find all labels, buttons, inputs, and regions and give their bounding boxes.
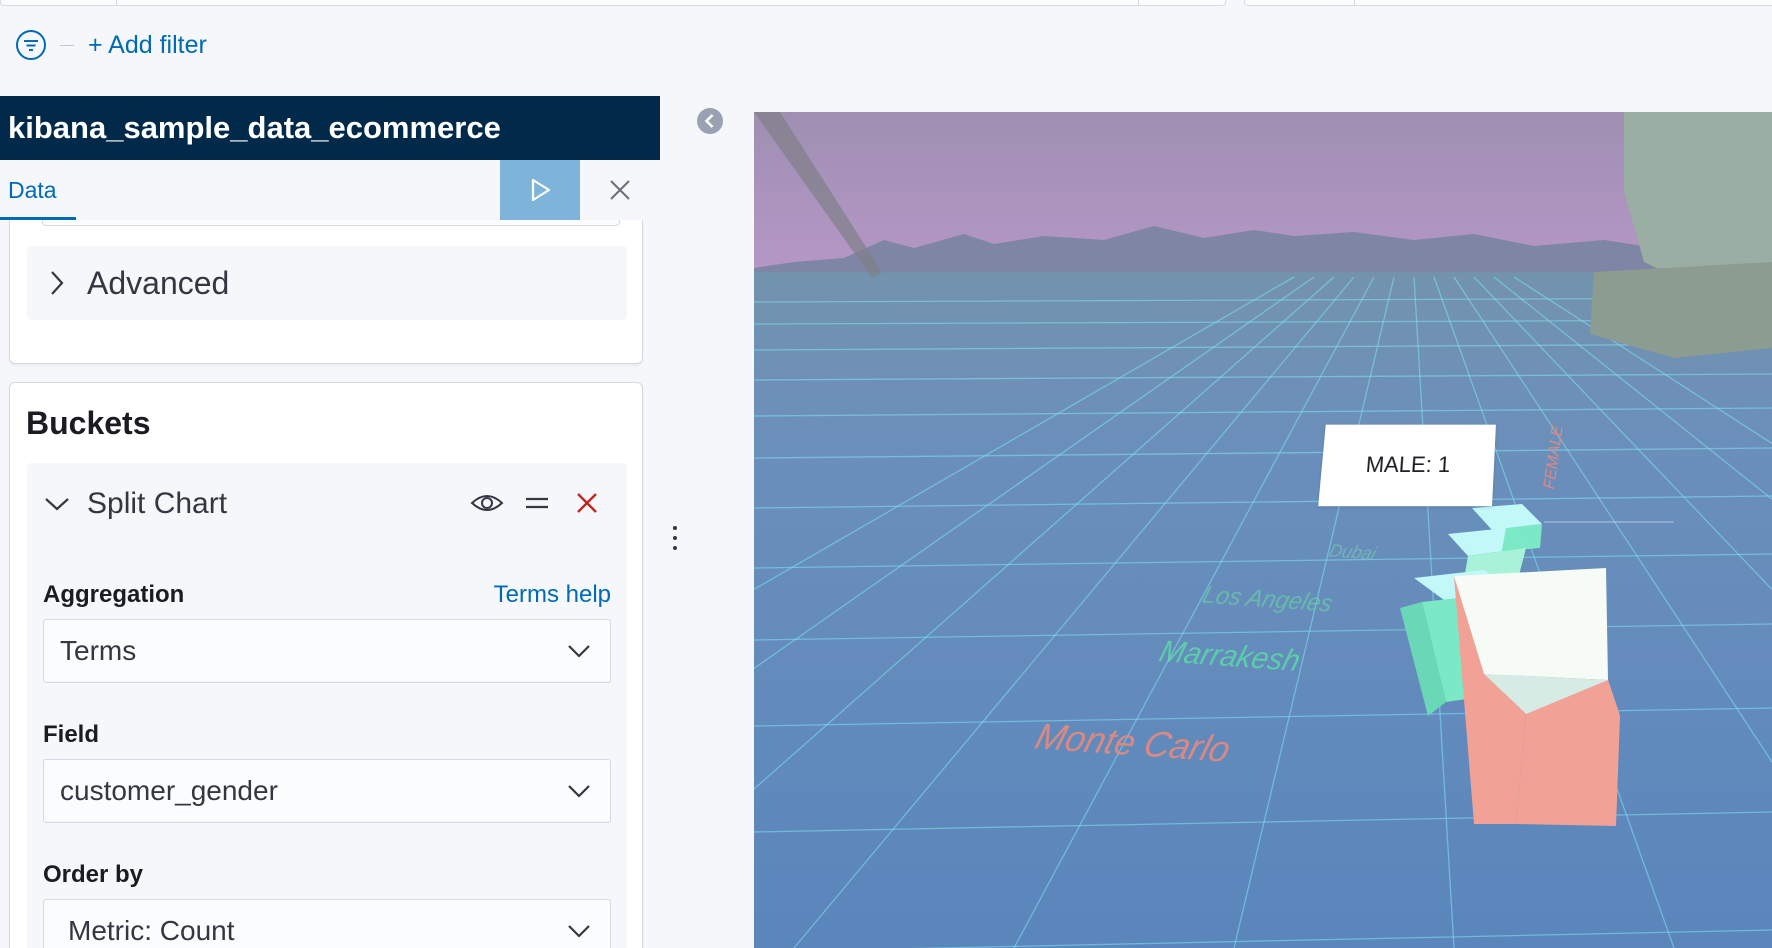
- index-pattern-title: kibana_sample_data_ecommerce: [0, 96, 660, 160]
- vr-scene[interactable]: MALE: 1 Monte Carlo Marrakesh Los Angele…: [754, 112, 1772, 948]
- play-icon: [531, 178, 551, 202]
- metrics-panel: Advanced: [9, 220, 643, 364]
- order-by-select[interactable]: Metric: Count: [43, 899, 611, 948]
- previous-field-input[interactable]: [42, 220, 620, 226]
- advanced-label: Advanced: [87, 264, 230, 301]
- order-by-value: Metric: Count: [68, 915, 235, 946]
- chevron-down-icon: [568, 925, 590, 938]
- query-bar-divider: [1138, 0, 1139, 5]
- add-filter-button[interactable]: + Add filter: [88, 31, 207, 60]
- field-value: customer_gender: [60, 775, 278, 806]
- bar-monte-carlo: [1454, 568, 1620, 826]
- sidebar-tabs: Data: [0, 160, 660, 220]
- advanced-toggle[interactable]: Advanced: [27, 246, 627, 320]
- cross-icon: [577, 493, 597, 513]
- field-select[interactable]: customer_gender: [43, 759, 611, 823]
- split-chart-bucket: Split Chart Aggregation Terms help Terms…: [27, 463, 627, 948]
- filter-divider: [60, 44, 74, 46]
- collapse-sidebar-button[interactable]: [696, 107, 724, 135]
- buckets-title: Buckets: [26, 405, 151, 441]
- split-chart-title: Split Chart: [87, 487, 228, 520]
- remove-bucket-button[interactable]: [569, 485, 605, 521]
- bar-tooltip: MALE: 1: [1318, 424, 1496, 507]
- controller-model: [1624, 112, 1772, 286]
- label-dubai: Dubai: [1326, 540, 1379, 564]
- grab-icon: [526, 497, 548, 509]
- chevron-down-icon: [568, 785, 590, 798]
- collapse-bucket-button[interactable]: [27, 494, 87, 514]
- discard-changes-button[interactable]: [596, 160, 644, 220]
- chevron-down-icon: [45, 498, 69, 511]
- close-icon: [610, 180, 630, 200]
- toggle-visibility-button[interactable]: [469, 485, 505, 521]
- query-input[interactable]: [0, 0, 1226, 6]
- tab-data[interactable]: Data: [0, 160, 76, 220]
- scene-canvas: [754, 112, 1772, 948]
- panel-resize-handle[interactable]: [670, 524, 680, 554]
- date-picker[interactable]: [1244, 0, 1772, 6]
- terms-help-link[interactable]: Terms help: [494, 581, 611, 609]
- aggregation-select[interactable]: Terms: [43, 619, 611, 683]
- aggregation-value: Terms: [60, 635, 137, 666]
- arrow-left-icon: [697, 108, 723, 134]
- apply-changes-button[interactable]: [500, 160, 580, 220]
- order-by-label: Order by: [43, 861, 144, 888]
- aggregation-label: Aggregation: [43, 581, 185, 608]
- drag-bucket-handle[interactable]: [519, 485, 555, 521]
- split-chart-header: Split Chart: [27, 463, 627, 545]
- vertical-dots-icon: [673, 526, 677, 550]
- eye-icon: [470, 495, 504, 511]
- filter-bar: + Add filter: [14, 28, 207, 62]
- date-picker-divider: [1354, 0, 1355, 5]
- query-bar-divider: [116, 0, 117, 5]
- chevron-down-icon: [568, 645, 590, 658]
- chevron-right-icon: [51, 271, 64, 295]
- buckets-panel: Buckets Split Chart Aggregation Terms he…: [9, 382, 643, 948]
- filter-options-icon[interactable]: [14, 28, 48, 62]
- field-label: Field: [43, 721, 100, 748]
- query-bar: [0, 0, 1772, 8]
